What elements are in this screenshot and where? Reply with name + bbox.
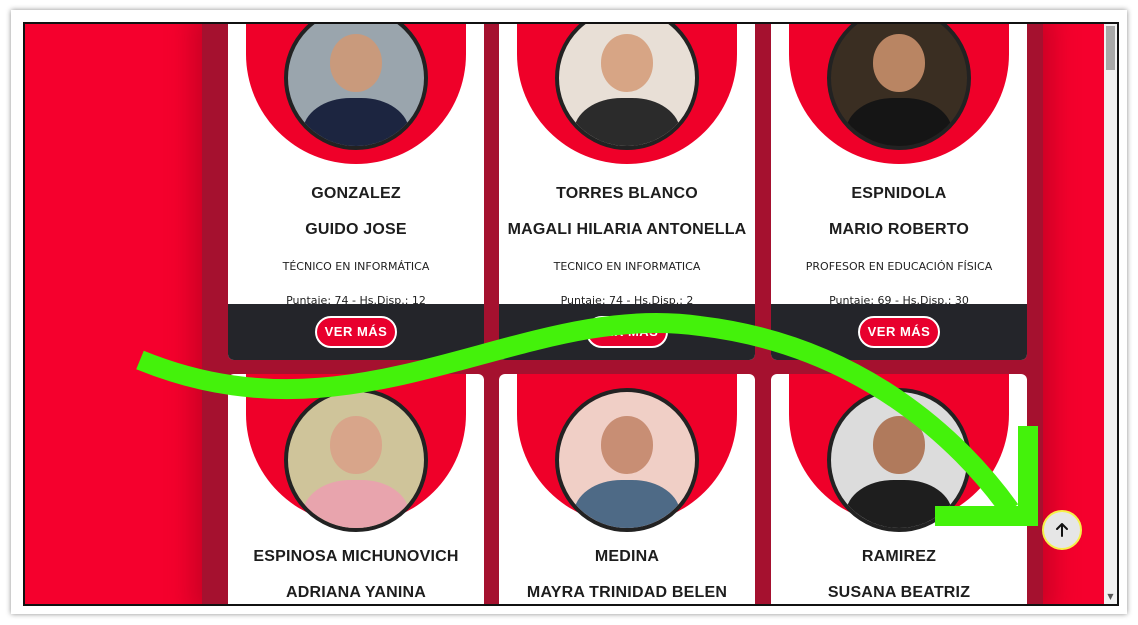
last-name: GONZALEZ <box>311 185 401 202</box>
card-footer: VER MÁS <box>499 304 755 360</box>
arrow-up-icon <box>1056 523 1068 537</box>
card-footer: VER MÁS <box>771 304 1027 360</box>
profile-card: ESPINOSA MICHUNOVICH ADRIANA YANINA <box>228 374 484 604</box>
vertical-scrollbar[interactable]: ▼ <box>1104 24 1117 604</box>
profession: PROFESOR EN EDUCACIÓN FÍSICA <box>805 260 993 273</box>
first-name: ADRIANA YANINA <box>285 584 426 601</box>
ver-mas-button[interactable]: VER MÁS <box>586 316 668 348</box>
ver-mas-button[interactable]: VER MÁS <box>315 316 397 348</box>
ver-mas-button[interactable]: VER MÁS <box>858 316 940 348</box>
profile-photo <box>284 24 428 150</box>
first-name: MARIO ROBERTO <box>828 221 970 238</box>
last-name: ESPNIDOLA <box>851 185 947 202</box>
profession: TÉCNICO EN INFORMÁTICA <box>282 260 430 273</box>
first-name: SUSANA BEATRIZ <box>827 584 971 601</box>
profile-card: ESPNIDOLA MARIO ROBERTO PROFESOR EN EDUC… <box>771 24 1027 360</box>
last-name: RAMIREZ <box>861 548 937 565</box>
profile-photo <box>555 388 699 532</box>
last-name: MEDINA <box>594 548 660 565</box>
scrollbar-thumb[interactable] <box>1106 26 1115 70</box>
card-footer: VER MÁS <box>228 304 484 360</box>
profile-card: RAMIREZ SUSANA BEATRIZ <box>771 374 1027 604</box>
last-name: ESPINOSA MICHUNOVICH <box>253 548 459 565</box>
first-name: MAGALI HILARIA ANTONELLA <box>507 221 747 238</box>
last-name: TORRES BLANCO <box>556 185 698 202</box>
profession: TECNICO EN INFORMATICA <box>553 260 701 273</box>
page-viewport: GONZALEZ GUIDO JOSE TÉCNICO EN INFORMÁTI… <box>23 22 1119 606</box>
profile-photo <box>555 24 699 150</box>
back-to-top-button[interactable] <box>1042 510 1082 550</box>
profile-photo <box>827 388 971 532</box>
profile-card: GONZALEZ GUIDO JOSE TÉCNICO EN INFORMÁTI… <box>228 24 484 360</box>
first-name: GUIDO JOSE <box>305 221 407 238</box>
first-name: MAYRA TRINIDAD BELEN <box>526 584 728 601</box>
scroll-down-arrow-icon[interactable]: ▼ <box>1106 592 1115 602</box>
profile-photo <box>827 24 971 150</box>
profile-photo <box>284 388 428 532</box>
profile-card: MEDINA MAYRA TRINIDAD BELEN <box>499 374 755 604</box>
profile-card: TORRES BLANCO MAGALI HILARIA ANTONELLA T… <box>499 24 755 360</box>
